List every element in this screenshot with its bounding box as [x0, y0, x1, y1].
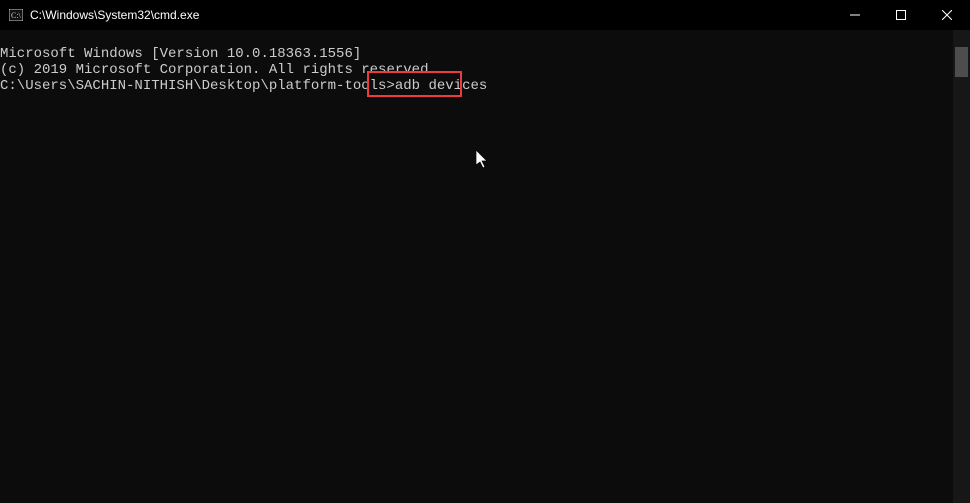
console-line: Microsoft Windows [Version 10.0.18363.15… — [0, 46, 970, 62]
console-line: (c) 2019 Microsoft Corporation. All righ… — [0, 62, 970, 78]
close-button[interactable] — [924, 0, 970, 30]
cmd-window: C:\ C:\Windows\System32\cmd.exe Microsof… — [0, 0, 970, 503]
console-prompt-line: C:\Users\SACHIN-NITHISH\Desktop\platform… — [0, 78, 970, 94]
typed-command: adb devices — [395, 78, 487, 94]
cmd-icon: C:\ — [8, 7, 24, 23]
scrollbar-thumb[interactable] — [955, 47, 968, 77]
svg-text:C:\: C:\ — [11, 11, 22, 20]
vertical-scrollbar[interactable] — [953, 30, 970, 503]
window-title: C:\Windows\System32\cmd.exe — [30, 8, 199, 22]
minimize-button[interactable] — [832, 0, 878, 30]
titlebar[interactable]: C:\ C:\Windows\System32\cmd.exe — [0, 0, 970, 30]
maximize-button[interactable] — [878, 0, 924, 30]
prompt-path: C:\Users\SACHIN-NITHISH\Desktop\platform… — [0, 78, 395, 94]
console-output[interactable]: Microsoft Windows [Version 10.0.18363.15… — [0, 30, 970, 503]
window-controls — [832, 0, 970, 30]
